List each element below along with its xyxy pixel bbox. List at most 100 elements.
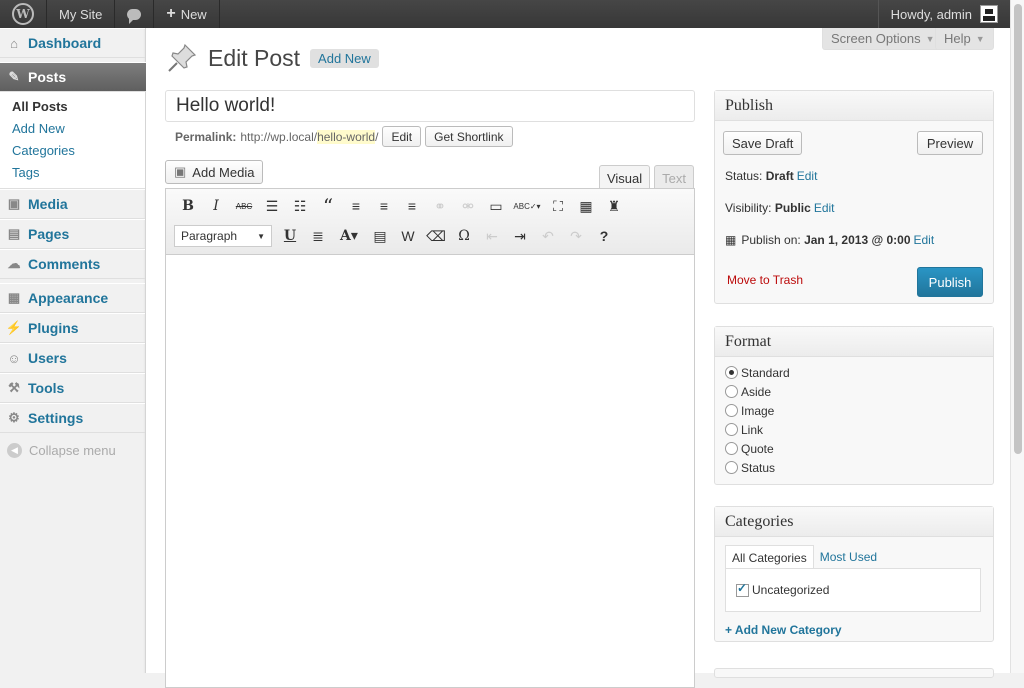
calendar-icon: ▦: [725, 233, 737, 247]
tab-visual[interactable]: Visual: [598, 165, 651, 190]
preview-button[interactable]: Preview: [917, 131, 983, 155]
submenu-add-new[interactable]: Add New: [0, 118, 145, 140]
screen-options-button[interactable]: Screen Options ▼: [822, 28, 944, 50]
site-name-link[interactable]: My Site: [47, 0, 116, 28]
permalink-slug[interactable]: hello-world: [317, 129, 376, 144]
italic-icon[interactable]: I: [202, 195, 230, 217]
bold-icon[interactable]: B: [174, 195, 202, 217]
post-title-input[interactable]: Hello world!: [165, 90, 695, 122]
page-title: Edit Post: [208, 44, 301, 71]
publish-date-edit-link[interactable]: Edit: [914, 233, 935, 247]
text-color-icon[interactable]: A▾: [332, 225, 366, 247]
menu-label: Pages: [28, 226, 70, 242]
menu-pages[interactable]: ▤ Pages: [0, 219, 145, 249]
unlink-icon[interactable]: ⚮: [454, 195, 482, 217]
format-option[interactable]: Status: [715, 458, 993, 477]
format-option[interactable]: Standard: [715, 363, 993, 382]
category-tabs: All Categories Most Used: [725, 545, 883, 569]
visibility-edit-link[interactable]: Edit: [814, 201, 835, 215]
distraction-free-icon[interactable]: ♜: [600, 195, 628, 217]
submenu-categories[interactable]: Categories: [0, 140, 145, 162]
redo-icon[interactable]: ↷: [562, 225, 590, 247]
menu-appearance[interactable]: ▦ Appearance: [0, 283, 145, 313]
toolbar-row-1: B I ABC ☰ ☷ “ ≡ ≡ ≡ ⚭ ⚮ ▭ ABC✓▾ ⛶ ▦ ♜: [174, 194, 628, 218]
category-checkbox[interactable]: [736, 581, 749, 597]
categories-box-title: Categories: [715, 507, 993, 537]
radio-button[interactable]: [725, 461, 738, 474]
align-center-icon[interactable]: ≡: [370, 195, 398, 217]
blockquote-icon[interactable]: “: [314, 194, 342, 218]
menu-users[interactable]: ☺ Users: [0, 343, 145, 373]
screen-options-label: Screen Options: [831, 31, 921, 46]
my-account-menu[interactable]: Howdy, admin: [877, 0, 1010, 28]
kitchen-sink-icon[interactable]: ▦: [572, 195, 600, 217]
format-option[interactable]: Quote: [715, 439, 993, 458]
format-option[interactable]: Link: [715, 420, 993, 439]
new-content-menu[interactable]: + New: [154, 0, 220, 28]
wp-logo-menu[interactable]: W: [0, 0, 47, 28]
save-draft-button[interactable]: Save Draft: [723, 131, 803, 155]
publish-button[interactable]: Publish: [917, 267, 983, 297]
publish-on-value: Jan 1, 2013 @ 0:00: [804, 233, 911, 247]
numbered-list-icon[interactable]: ☷: [286, 195, 314, 217]
more-tag-icon[interactable]: ▭: [482, 195, 510, 217]
menu-label: Settings: [28, 410, 84, 426]
get-shortlink-button[interactable]: Get Shortlink: [425, 126, 513, 147]
paste-text-icon[interactable]: ▤: [366, 225, 394, 247]
format-box: Format Standard Aside Image Link Quote S…: [714, 326, 994, 485]
radio-button[interactable]: [725, 442, 738, 455]
move-to-trash-link[interactable]: Move to Trash: [727, 273, 803, 287]
users-icon: ☺: [7, 350, 21, 366]
tab-text[interactable]: Text: [654, 165, 694, 190]
format-option[interactable]: Aside: [715, 382, 993, 401]
menu-settings[interactable]: ⚙ Settings: [0, 403, 145, 433]
add-new-post-button[interactable]: Add New: [310, 48, 379, 68]
radio-button[interactable]: [725, 385, 738, 398]
editor-content-area[interactable]: [166, 255, 694, 687]
menu-media[interactable]: ▣ Media: [0, 189, 145, 219]
insert-link-icon[interactable]: ⚭: [426, 195, 454, 217]
format-option-label: Aside: [741, 384, 772, 399]
add-new-category-link[interactable]: + Add New Category: [725, 623, 842, 637]
strikethrough-icon[interactable]: ABC: [230, 195, 258, 217]
vertical-scrollbar[interactable]: [1010, 0, 1024, 673]
submenu-all-posts[interactable]: All Posts: [0, 96, 145, 118]
collapse-menu-button[interactable]: ◀ Collapse menu: [0, 433, 145, 467]
justify-icon[interactable]: ≣: [304, 225, 332, 247]
align-left-icon[interactable]: ≡: [342, 195, 370, 217]
submenu-tags[interactable]: Tags: [0, 162, 145, 184]
undo-icon[interactable]: ↶: [534, 225, 562, 247]
format-option[interactable]: Image: [715, 401, 993, 420]
menu-dashboard[interactable]: ⌂ Dashboard: [0, 28, 145, 58]
radio-button[interactable]: [725, 423, 738, 436]
tools-icon: ⚒: [8, 380, 20, 395]
page-header: Edit Post Add New: [166, 42, 379, 74]
special-character-icon[interactable]: Ω: [450, 225, 478, 247]
scrollbar-thumb[interactable]: [1014, 4, 1022, 454]
underline-icon[interactable]: U: [276, 225, 304, 247]
bullet-list-icon[interactable]: ☰: [258, 195, 286, 217]
permalink-edit-button[interactable]: Edit: [382, 126, 422, 147]
format-select[interactable]: Paragraph ▼: [174, 225, 272, 247]
menu-posts[interactable]: ✎ Posts: [0, 62, 154, 93]
paste-word-icon[interactable]: W: [394, 225, 422, 247]
fullscreen-icon[interactable]: ⛶: [544, 195, 572, 217]
indent-icon[interactable]: ⇥: [506, 225, 534, 247]
status-edit-link[interactable]: Edit: [797, 169, 818, 183]
align-right-icon[interactable]: ≡: [398, 195, 426, 217]
radio-button[interactable]: [725, 404, 738, 417]
add-media-button[interactable]: ▣ Add Media: [165, 160, 264, 184]
clear-formatting-icon[interactable]: ⌫: [422, 225, 450, 247]
radio-button[interactable]: [725, 366, 738, 379]
menu-comments[interactable]: ☁ Comments: [0, 249, 145, 279]
help-button[interactable]: Help ▼: [935, 28, 994, 50]
tab-most-used[interactable]: Most Used: [814, 545, 883, 569]
help-icon[interactable]: ?: [590, 225, 618, 247]
spellcheck-icon[interactable]: ABC✓▾: [510, 195, 544, 217]
tab-all-categories[interactable]: All Categories: [725, 545, 814, 569]
menu-plugins[interactable]: ⚡ Plugins: [0, 313, 145, 343]
outdent-icon[interactable]: ⇤: [478, 225, 506, 247]
menu-tools[interactable]: ⚒ Tools: [0, 373, 145, 403]
comments-link[interactable]: [115, 0, 155, 28]
status-row: Status: Draft Edit: [725, 169, 817, 183]
